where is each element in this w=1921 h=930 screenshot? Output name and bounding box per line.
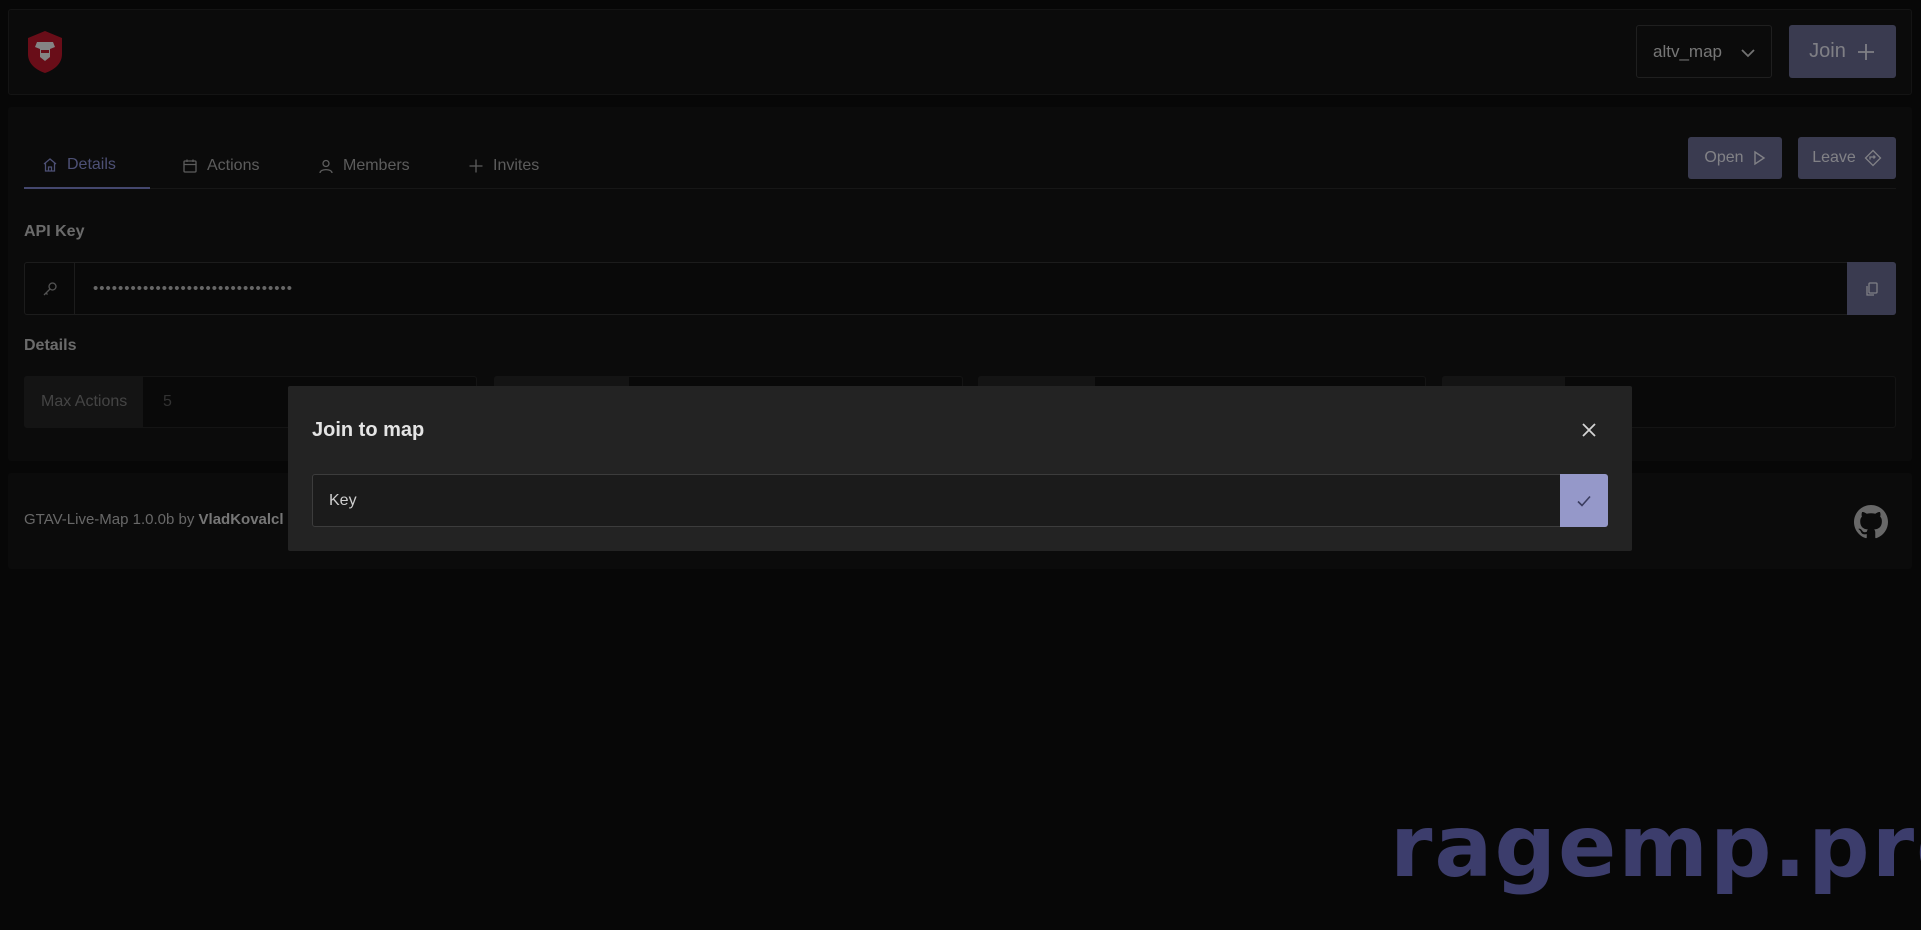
- modal-title: Join to map: [312, 419, 425, 441]
- key-input-group: [312, 474, 1608, 527]
- close-icon[interactable]: [1578, 419, 1600, 441]
- confirm-button[interactable]: [1560, 474, 1608, 527]
- key-input[interactable]: [313, 475, 1561, 526]
- watermark: ragemp.pro: [1390, 797, 1921, 897]
- join-map-modal: Join to map: [288, 386, 1632, 551]
- check-icon: [1577, 495, 1591, 507]
